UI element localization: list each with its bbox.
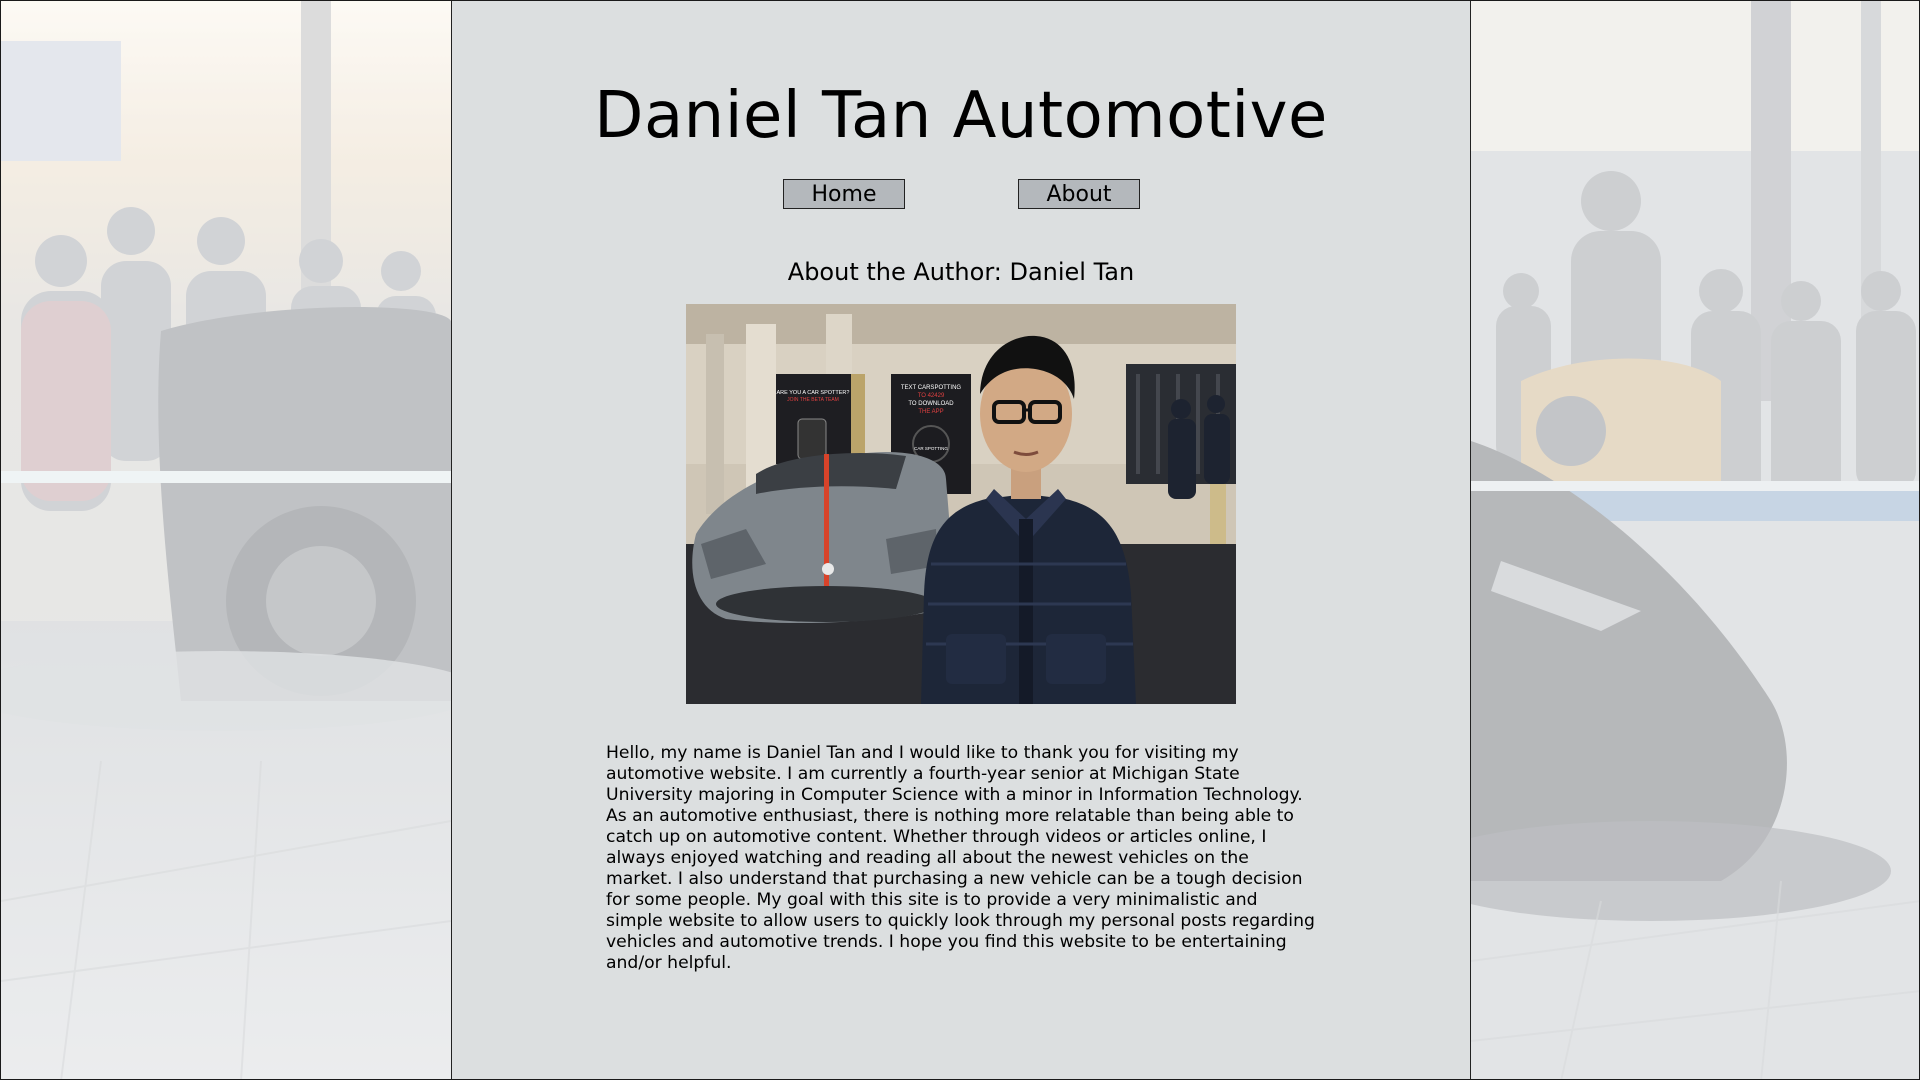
about-heading: About the Author: Daniel Tan [787, 258, 1135, 286]
main-nav: Home About [452, 179, 1470, 211]
sign-text-2d: THE APP [918, 409, 943, 415]
author-bio: Hello, my name is Daniel Tan and I would… [606, 743, 1315, 973]
sign-text-2: TEXT CARSPOTTING [901, 385, 962, 391]
home-button[interactable]: Home [783, 179, 905, 209]
about-button[interactable]: About [1018, 179, 1140, 209]
sign-text-2e: CAR SPOTTING [914, 446, 948, 451]
site-title: Daniel Tan Automotive [594, 79, 1328, 153]
author-photo-illustration: ARE YOU A CAR SPOTTER? JOIN THE BETA TEA… [686, 304, 1236, 704]
sign-text-1: ARE YOU A CAR SPOTTER? [777, 390, 850, 396]
sign-text-2c: TO DOWNLOAD [908, 401, 954, 407]
main-content-panel: Daniel Tan Automotive Home About About t… [451, 1, 1471, 1079]
sign-text-1b: JOIN THE BETA TEAM [787, 397, 839, 403]
page: Daniel Tan Automotive Home About About t… [0, 0, 1920, 1080]
author-photo: ARE YOU A CAR SPOTTER? JOIN THE BETA TEA… [686, 304, 1236, 704]
sign-text-2b: TO 42429 [918, 393, 945, 399]
